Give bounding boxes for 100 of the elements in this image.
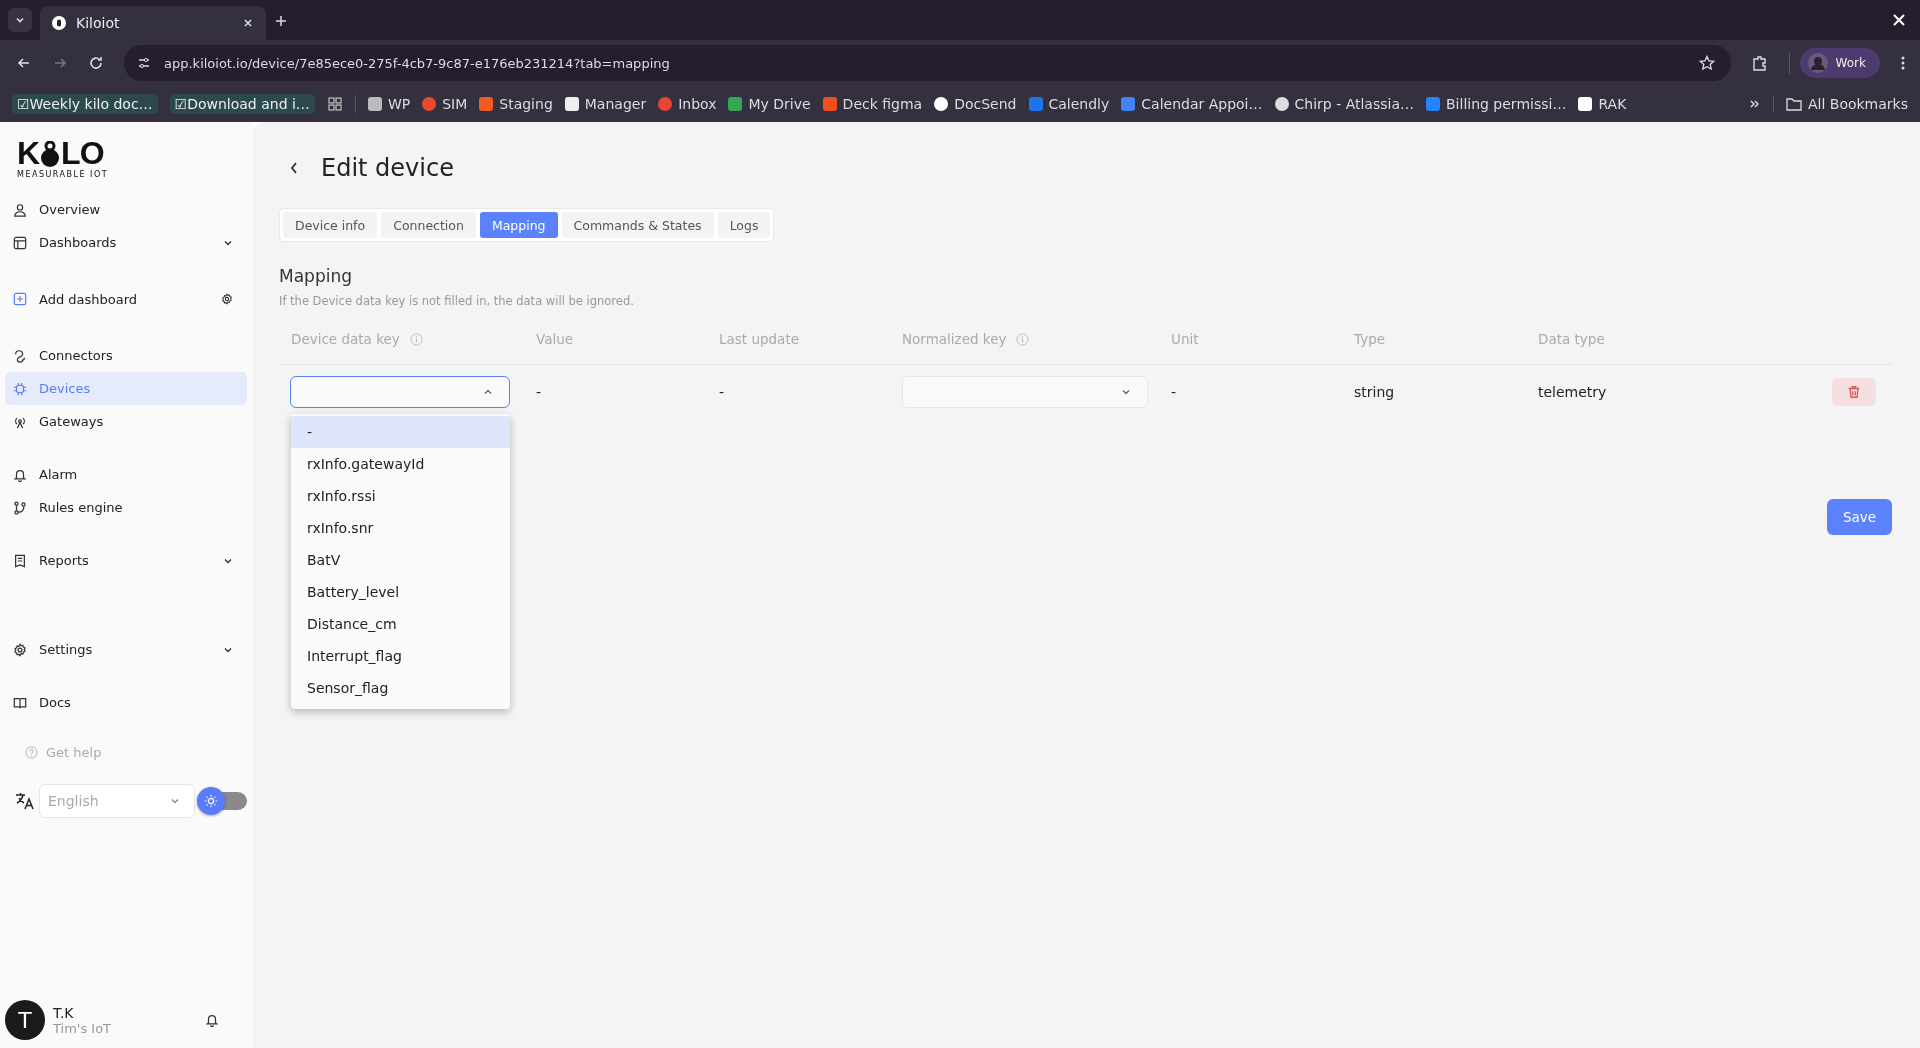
info-icon	[1016, 332, 1030, 346]
favicon-icon	[52, 16, 66, 30]
more-bookmarks-icon[interactable]	[1748, 98, 1761, 110]
device-data-key-select[interactable]	[290, 376, 510, 408]
help-icon	[25, 746, 38, 759]
plus-icon	[13, 292, 27, 306]
loop-icon	[13, 348, 27, 363]
bookmark[interactable]: ☑Weekly kilo doc…	[12, 94, 158, 114]
layout-icon	[13, 235, 27, 250]
gear-icon	[13, 642, 27, 657]
nav-item[interactable]: Connectors	[5, 339, 247, 372]
bell-icon[interactable]	[205, 1013, 219, 1027]
site-icon	[1578, 97, 1593, 111]
all-bookmarks[interactable]: All Bookmarks	[1785, 96, 1908, 112]
nav-item[interactable]: Docs	[5, 686, 247, 719]
chevron-down-icon	[1121, 387, 1131, 397]
dropdown-option[interactable]: Distance_cm	[291, 608, 510, 640]
bookmark[interactable]: Staging	[479, 96, 553, 112]
url-text: app.kiloiot.io/device/7e85ece0-275f-4cb7-9c87-e176eb231214?tab=mapping	[164, 55, 670, 71]
nav-item[interactable]: Reports	[5, 544, 247, 577]
table-cell-text: -	[535, 384, 543, 400]
chevron-up-icon	[483, 387, 493, 397]
folder-icon	[1785, 97, 1802, 111]
nav-item[interactable]: Rules engine	[5, 491, 247, 524]
bookmark[interactable]: Chirp - Atlassia…	[1274, 96, 1414, 112]
dropdown-option[interactable]: rxInfo.snr	[291, 512, 510, 544]
dropdown-option[interactable]: BatV	[291, 544, 510, 576]
column-header: Last update	[719, 331, 799, 347]
nav-item[interactable]: Dashboards	[5, 226, 247, 259]
more-icon[interactable]	[1900, 55, 1906, 71]
nav-item[interactable]: Gateways	[5, 405, 247, 438]
tab[interactable]: Device info	[283, 212, 378, 238]
tab-list-button[interactable]	[8, 8, 32, 32]
nav-item[interactable]: Settings	[5, 633, 247, 666]
bookmark[interactable]: ☑Download and i…	[169, 94, 315, 114]
site-icon	[822, 97, 837, 111]
site-icon	[1028, 97, 1043, 111]
settings-icon[interactable]	[221, 293, 233, 305]
site-settings-icon[interactable]	[136, 55, 152, 71]
browser-tab[interactable]: Kiloiot	[40, 6, 266, 40]
logo-text: LO	[61, 138, 104, 168]
star-icon[interactable]	[1698, 55, 1715, 71]
kettlebell-icon	[40, 141, 61, 167]
column-header: Normalized key	[902, 331, 1007, 347]
column-header: Unit	[1171, 331, 1199, 347]
theme-toggle[interactable]	[197, 787, 247, 815]
dropdown-option[interactable]: rxInfo.gatewayId	[291, 448, 510, 480]
site-icon	[1121, 97, 1136, 111]
bookmark[interactable]: Billing permissi…	[1426, 96, 1567, 112]
column-header: Device data key	[291, 331, 400, 347]
dropdown-option[interactable]: Interrupt_flag	[291, 640, 510, 672]
bookmark[interactable]: My Drive	[728, 96, 811, 112]
user-organization: Tim's IoT	[53, 1020, 112, 1036]
close-icon[interactable]	[1892, 13, 1906, 27]
book-icon	[13, 695, 27, 710]
bookmark[interactable]: Manager	[564, 96, 647, 112]
delete-button[interactable]	[1832, 378, 1876, 406]
bookmark[interactable]: SIM	[422, 96, 468, 112]
dropdown-option[interactable]: Sensor_flag	[291, 672, 510, 704]
dropdown-option[interactable]: -	[291, 416, 510, 448]
bookmark[interactable]: Inbox	[658, 96, 717, 112]
sun-icon	[204, 794, 218, 808]
apps-icon[interactable]	[326, 96, 343, 112]
dropdown-option[interactable]: Battery_level	[291, 576, 510, 608]
chip-icon	[13, 381, 27, 396]
site-icon	[728, 97, 743, 111]
back-icon[interactable]	[289, 161, 299, 175]
chevron-down-icon	[170, 796, 180, 806]
reload-icon[interactable]	[88, 55, 104, 71]
logo-tagline: MEASURABLE IOT	[17, 170, 109, 179]
translate-icon	[15, 792, 35, 810]
nav-item[interactable]: Alarm	[5, 458, 247, 491]
person-icon	[13, 202, 27, 217]
bookmark[interactable]: Calendar Appoi…	[1121, 96, 1263, 112]
nav-item[interactable]: Overview	[5, 193, 247, 226]
bookmark[interactable]: DocSend	[934, 96, 1017, 112]
profile-button[interactable]: Work	[1799, 48, 1880, 78]
site-icon	[934, 97, 949, 111]
tab[interactable]: Logs	[717, 212, 771, 238]
site-icon	[1274, 97, 1289, 111]
tab[interactable]: Commands & States	[561, 212, 714, 238]
new-tab-icon[interactable]	[274, 14, 288, 28]
address-bar[interactable]: app.kiloiot.io/device/7e85ece0-275f-4cb7-9c87-e176eb231214?tab=mapping	[124, 45, 1731, 81]
extensions-icon[interactable]	[1750, 54, 1769, 72]
column-header: Type	[1354, 331, 1385, 347]
branch-icon	[13, 500, 27, 515]
bookmark[interactable]: Calendly	[1028, 96, 1110, 112]
bookmark[interactable]: WP	[367, 96, 411, 112]
nav-item[interactable]: Add dashboard	[5, 279, 247, 319]
dropdown-option[interactable]: rxInfo.rssi	[291, 480, 510, 512]
bookmark[interactable]: Deck figma	[822, 96, 923, 112]
tab[interactable]: Connection	[381, 212, 476, 238]
site-icon	[1426, 97, 1440, 111]
close-icon[interactable]	[242, 17, 254, 29]
table-cell-text: string	[1353, 384, 1396, 400]
user-name: T.K	[53, 1004, 75, 1021]
site-icon	[367, 97, 382, 111]
bookmark[interactable]: RAK	[1578, 96, 1627, 112]
site-icon	[422, 97, 437, 111]
page-title: Edit device	[321, 154, 454, 182]
